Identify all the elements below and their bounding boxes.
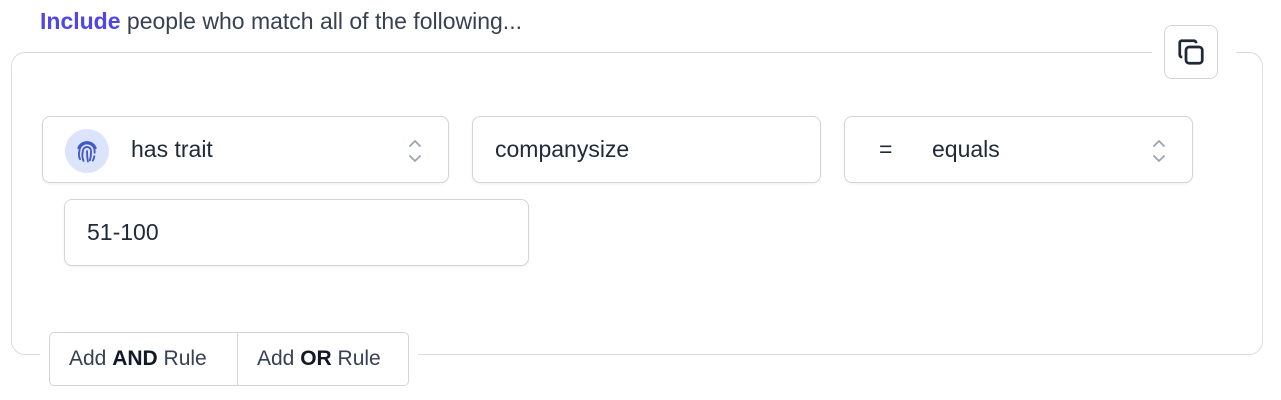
add-and-rule-button[interactable]: Add AND Rule — [50, 333, 237, 385]
trait-value-text: 51-100 — [87, 219, 159, 245]
add-or-rule-button[interactable]: Add OR Rule — [237, 333, 408, 385]
trait-name-input[interactable]: companysize — [472, 116, 821, 183]
duplicate-group-button[interactable] — [1164, 25, 1218, 79]
chevron-up-down-icon — [409, 140, 421, 162]
operator-select[interactable]: = equals — [844, 116, 1193, 183]
operator-symbol: = — [879, 136, 893, 162]
group-heading: Include people who match all of the foll… — [40, 6, 522, 36]
operator-select-value: equals — [932, 136, 1000, 162]
chevron-up-down-icon — [1153, 140, 1165, 162]
copy-icon — [1178, 39, 1204, 65]
trait-value-input[interactable]: 51-100 — [64, 199, 529, 266]
condition-select-value: has trait — [131, 136, 213, 162]
condition-select[interactable]: has trait — [42, 116, 449, 183]
trait-name-value: companysize — [495, 136, 630, 162]
fingerprint-icon — [65, 129, 109, 173]
include-keyword: Include — [40, 8, 121, 34]
heading-text: people who match all of the following... — [120, 8, 522, 34]
add-rule-button-group: Add AND Rule Add OR Rule — [49, 332, 409, 386]
